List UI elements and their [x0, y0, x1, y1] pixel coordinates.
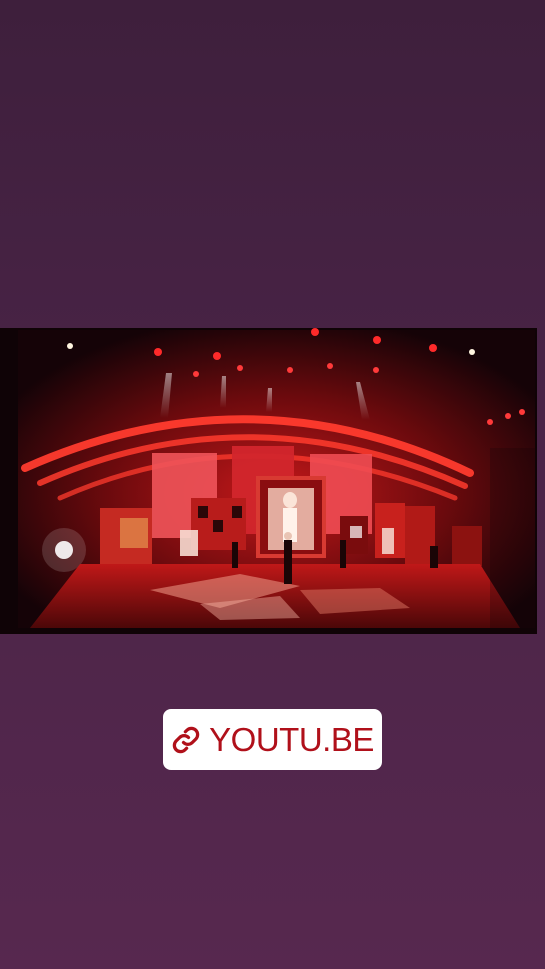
story-photo: [0, 328, 537, 634]
link-sticker-label: YOUTU.BE: [209, 721, 374, 758]
stage-performance-image: [0, 328, 537, 634]
link-icon: [171, 724, 201, 756]
link-sticker[interactable]: YOUTU.BE: [163, 709, 382, 770]
